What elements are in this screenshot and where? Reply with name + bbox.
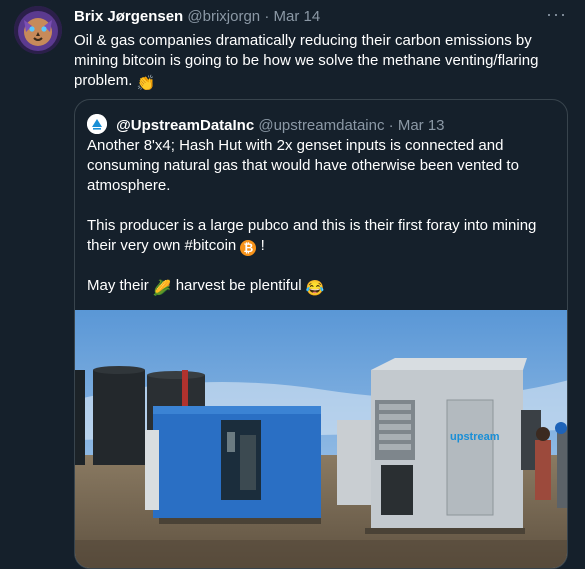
author-avatar[interactable] bbox=[14, 6, 62, 54]
quote-separator: · bbox=[388, 117, 394, 134]
tweet-text: Oil & gas companies dramatically reducin… bbox=[74, 31, 564, 94]
quote-date[interactable]: Mar 13 bbox=[398, 117, 445, 134]
quote-paragraph-2-suffix: ! bbox=[256, 237, 265, 254]
header-separator: · bbox=[264, 8, 270, 25]
clapping-hands-icon: 👏 bbox=[136, 75, 156, 92]
quote-paragraph-3-prefix: May their bbox=[87, 277, 149, 294]
author-name[interactable]: Brix Jørgensen bbox=[74, 8, 183, 25]
quote-author-handle[interactable]: @upstreamdatainc bbox=[258, 117, 384, 134]
quote-header: @UpstreamDataInc @upstreamdatainc · Mar … bbox=[87, 114, 445, 136]
corn-icon: 🌽 bbox=[152, 280, 172, 297]
quote-body: Another 8'x4; Hash Hut with 2x genset in… bbox=[87, 136, 557, 319]
upstream-logo-text: upstream bbox=[450, 431, 500, 443]
laughing-face-icon: 😂 bbox=[305, 280, 325, 297]
more-horizontal-icon[interactable]: ··· bbox=[546, 4, 567, 25]
quote-author-avatar[interactable] bbox=[87, 114, 107, 134]
upstream-logo-icon bbox=[87, 114, 107, 134]
quote-paragraph-3-middle: harvest be plentiful bbox=[175, 277, 302, 294]
quoted-tweet[interactable]: @UpstreamDataInc @upstreamdatainc · Mar … bbox=[74, 99, 568, 569]
quote-paragraph-1: Another 8'x4; Hash Hut with 2x genset in… bbox=[87, 137, 519, 194]
oilfield-photo-image: upstream bbox=[75, 310, 567, 568]
quote-paragraph-2: This producer is a large pubco and this … bbox=[87, 216, 557, 256]
tweet-header: Brix Jørgensen @brixjorgn · Mar 14 bbox=[74, 7, 320, 26]
quote-media-photo[interactable]: upstream bbox=[75, 310, 567, 568]
quote-paragraph-2-text: This producer is a large pubco and this … bbox=[87, 217, 537, 254]
quote-author-name[interactable]: @UpstreamDataInc bbox=[116, 117, 254, 134]
tweet-date[interactable]: Mar 14 bbox=[274, 8, 321, 25]
quote-paragraph-3: May their 🌽 harvest be plentiful 😂 bbox=[87, 276, 557, 299]
author-handle[interactable]: @brixjorgn bbox=[187, 8, 260, 25]
lion-avatar-image bbox=[14, 6, 62, 54]
bitcoin-icon: ₿ bbox=[240, 240, 257, 256]
